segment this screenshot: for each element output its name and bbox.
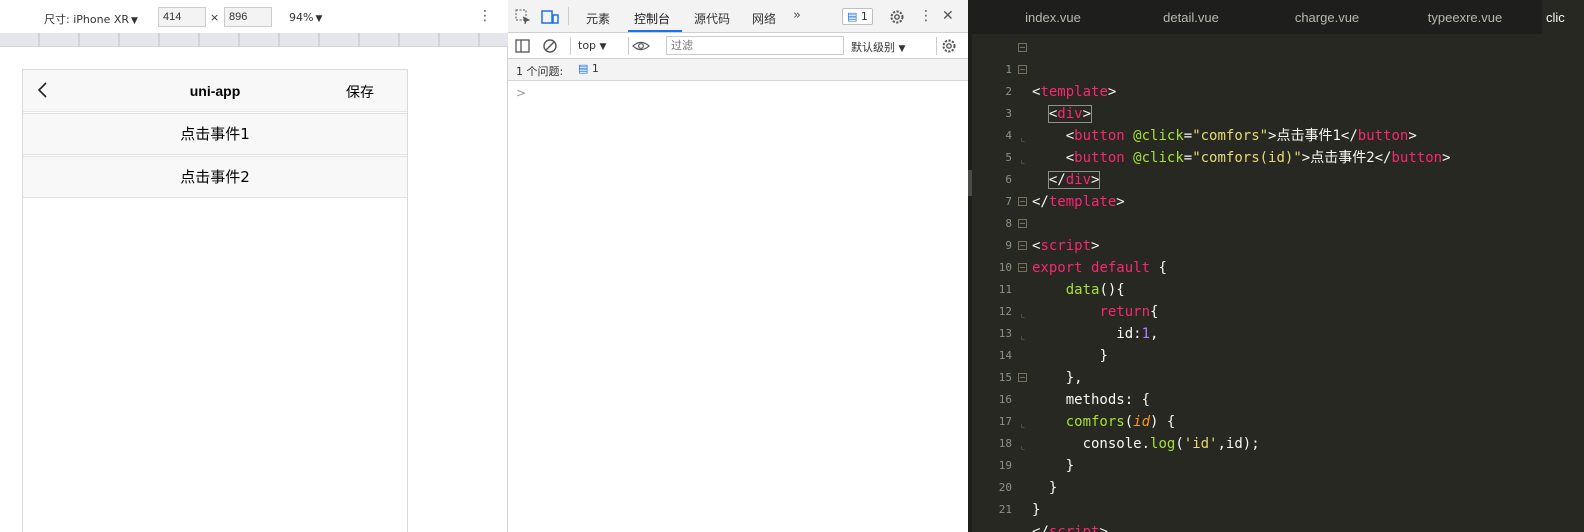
height-input[interactable]: [224, 7, 272, 27]
editor-tab[interactable]: detail.vue: [1122, 0, 1260, 34]
fold-icon[interactable]: [1018, 241, 1027, 250]
editor-tab[interactable]: index.vue: [984, 0, 1122, 34]
times-sign: ×: [210, 11, 220, 24]
divider: [570, 37, 571, 55]
sidebar-toggle-icon[interactable]: [514, 37, 532, 55]
tab-console[interactable]: 控制台: [634, 10, 670, 27]
close-icon[interactable]: ✕: [942, 8, 954, 24]
zoom-select[interactable]: 94% ▼: [289, 11, 322, 24]
code-line: 14 ⌞ },: [972, 323, 1584, 386]
device-emulation-pane: 尺寸: iPhone XR▼ × 94%▼ ⋮ uni-app 保存 点击事件1…: [0, 0, 508, 532]
code-line: 17 console.log('id',id);: [998, 415, 1260, 452]
settings-gear-icon[interactable]: [888, 8, 906, 26]
code-line: 7: [1005, 195, 1012, 208]
kebab-menu-icon[interactable]: ⋮: [919, 8, 933, 24]
issues-link[interactable]: ▤ 1: [578, 62, 599, 75]
code-line: 4 <button @click="comfors(id)">点击事件2</bu…: [1005, 129, 1451, 166]
inspect-element-icon[interactable]: [514, 8, 532, 26]
editor-tab[interactable]: typeexre.vue: [1396, 0, 1534, 34]
code-line: 9 export default {: [972, 213, 1584, 276]
code-line: 10 data(){: [972, 235, 1584, 298]
device-toolbar: 尺寸: iPhone XR▼ × 94%▼ ⋮: [0, 0, 508, 33]
clear-console-icon[interactable]: [541, 37, 559, 55]
fold-icon[interactable]: [1018, 219, 1027, 228]
console-prompt[interactable]: >: [516, 86, 526, 100]
tab-sources[interactable]: 源代码: [694, 10, 730, 27]
issues-counter[interactable]: ▤ 1: [842, 8, 873, 25]
message-icon: ▤: [847, 10, 858, 23]
code-line: 3 <button @click="comfors">点击事件1</button…: [1005, 107, 1417, 144]
code-editor: index.vue detail.vue charge.vue typeexre…: [968, 0, 1584, 532]
message-icon: ▤: [578, 62, 589, 75]
code-line: 15 methods: {: [998, 371, 1151, 408]
code-line: 6 ⌞ </template>: [972, 147, 1584, 210]
code-line: 13 ⌞ }: [972, 301, 1584, 364]
console-settings-icon[interactable]: [940, 37, 958, 55]
device-select[interactable]: 尺寸: iPhone XR ▼: [44, 11, 138, 27]
fold-icon[interactable]: [1018, 65, 1027, 74]
divider: [628, 37, 629, 55]
active-tab-indicator: [628, 30, 682, 32]
more-options-icon[interactable]: ⋮: [478, 8, 492, 24]
log-level-select[interactable]: 默认级别 ▼: [851, 39, 905, 55]
code-line: 11 return{: [972, 257, 1584, 320]
code-line: 16 comfors(id) {: [972, 367, 1584, 430]
caret-down-icon: ▼: [599, 42, 607, 52]
devtools-tab-bar: 元素 控制台 源代码 网络 » ▤ 1 ⋮ ✕: [508, 0, 968, 33]
editor-tab[interactable]: charge.vue: [1258, 0, 1396, 34]
code-line: 12 id:1,: [998, 305, 1159, 342]
tab-elements[interactable]: 元素: [586, 10, 610, 27]
code-line: 20 }: [998, 481, 1041, 518]
issues-text: 1 个问题:: [516, 65, 564, 78]
more-tabs-icon[interactable]: »: [793, 8, 801, 23]
save-button[interactable]: 保存: [346, 82, 374, 102]
fold-icon[interactable]: [1018, 197, 1027, 206]
divider: [936, 37, 937, 55]
editor-tab-active[interactable]: clic: [1542, 0, 1584, 34]
click-event-2-button[interactable]: 点击事件2: [23, 156, 407, 198]
code-line: 8 <script>: [972, 191, 1584, 254]
eye-icon[interactable]: [632, 37, 650, 55]
tab-network[interactable]: 网络: [752, 10, 776, 27]
click-event-1-button[interactable]: 点击事件1: [23, 113, 407, 155]
context-select[interactable]: top ▼: [578, 39, 606, 52]
caret-down-icon: ▼: [898, 44, 906, 54]
code-line: 1 <template>: [972, 37, 1584, 100]
console-filter-input[interactable]: [666, 36, 844, 55]
code-line: 2 <div>: [972, 59, 1584, 123]
console-toolbar: top ▼ 默认级别 ▼: [508, 33, 968, 59]
device-toolbar-icon[interactable]: [541, 8, 559, 26]
issues-bar: 1 个问题: ▤ 1: [508, 59, 968, 81]
code-line: 19 ⌞ }: [972, 433, 1584, 496]
fold-icon[interactable]: [1018, 263, 1027, 272]
media-query-ruler: [0, 33, 508, 47]
phone-viewport: uni-app 保存 点击事件1 点击事件2: [22, 69, 408, 532]
caret-down-icon: ▼: [131, 16, 138, 26]
fold-icon[interactable]: [1018, 373, 1027, 382]
phone-navbar: uni-app 保存: [23, 70, 407, 112]
code-line: 21 </script>: [998, 503, 1108, 532]
divider: [568, 7, 569, 25]
fold-icon[interactable]: [1018, 43, 1027, 52]
code-line: 5 ⌞ </div>: [972, 125, 1584, 189]
code-line: 18 ⌞ }: [972, 411, 1584, 474]
devtools-panel: 元素 控制台 源代码 网络 » ▤ 1 ⋮ ✕ top ▼ 默认级别 ▼: [508, 0, 968, 532]
width-input[interactable]: [158, 7, 206, 27]
editor-tab-bar: index.vue detail.vue charge.vue typeexre…: [972, 0, 1584, 34]
caret-down-icon: ▼: [315, 14, 323, 24]
